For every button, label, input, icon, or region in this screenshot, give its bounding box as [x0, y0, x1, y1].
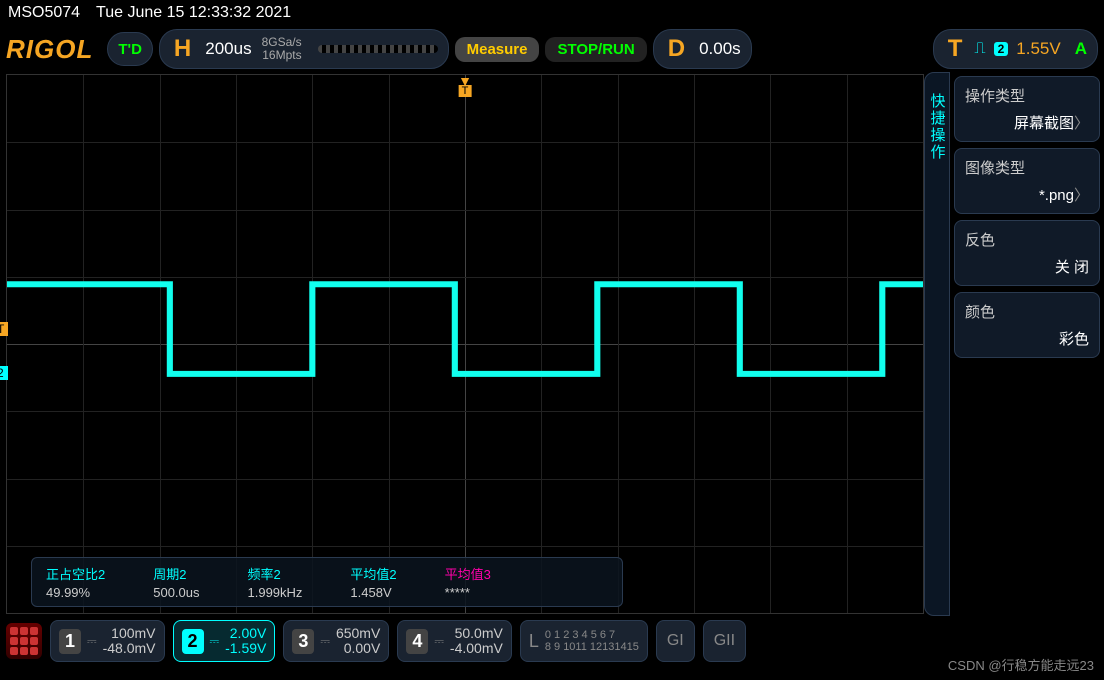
g2-box[interactable]: GII — [703, 620, 746, 662]
coupling-dc-icon: ⎓ — [210, 634, 220, 649]
measure-button[interactable]: Measure — [455, 37, 540, 62]
menu-op-type[interactable]: 操作类型 屏幕截图〉 — [954, 76, 1100, 142]
h-label: H — [174, 35, 191, 63]
timebase-value: 200us — [205, 39, 251, 59]
side-panel: 快捷操作 操作类型 屏幕截图〉 图像类型 *.png〉 反色 关 闭 颜色 彩色 — [924, 72, 1104, 616]
logic-channels-box[interactable]: L 0 1 2 3 4 5 6 78 9 1011 12131415 — [520, 620, 648, 662]
channel-1-box[interactable]: 1 ⎓ 100mV-48.0mV — [50, 620, 165, 662]
meas-duty: 正占空比249.99% — [46, 564, 105, 600]
brand-logo: RIGOL — [6, 34, 93, 65]
chevron-right-icon: 〉 — [1074, 115, 1089, 132]
toolbar: RIGOL T'D H 200us 8GSa/s 16Mpts Measure … — [0, 26, 1104, 72]
memory-bar-icon — [318, 45, 438, 53]
menu-invert[interactable]: 反色 关 闭 — [954, 220, 1100, 286]
channel-2-box[interactable]: 2 ⎓ 2.00V-1.59V — [173, 620, 276, 662]
delay-value: 0.00s — [699, 39, 741, 59]
watermark: CSDN @行稳方能走远23 — [948, 655, 1094, 674]
d-label: D — [668, 35, 685, 63]
coupling-dc-icon: ⎓ — [434, 634, 444, 649]
delay-group[interactable]: D 0.00s — [653, 29, 752, 69]
chevron-right-icon: 〉 — [1074, 187, 1089, 204]
trigger-level: 1.55V — [1016, 39, 1060, 59]
channel-3-box[interactable]: 3 ⎓ 650mV0.00V — [283, 620, 389, 662]
meas-freq: 频率21.999kHz — [248, 564, 303, 600]
trigger-mode: A — [1075, 39, 1087, 59]
menu-image-type[interactable]: 图像类型 *.png〉 — [954, 148, 1100, 214]
datetime-label: Tue June 15 12:33:32 2021 — [96, 4, 291, 22]
status-header: MSO5074 Tue June 15 12:33:32 2021 — [0, 0, 1104, 26]
g1-box[interactable]: GI — [656, 620, 695, 662]
side-tab-quick[interactable]: 快捷操作 — [924, 72, 950, 616]
trigger-channel-badge: 2 — [994, 42, 1009, 56]
run-status: T'D — [107, 32, 153, 66]
waveform-display[interactable]: ▼ T T 2 正占空比249.99% 周期2500.0us 频率21.999k… — [6, 74, 924, 614]
square-wave-trace — [7, 75, 923, 613]
measurement-panel: 正占空比249.99% 周期2500.0us 频率21.999kHz 平均值21… — [31, 557, 623, 607]
coupling-dc-icon: ⎓ — [320, 634, 330, 649]
meas-avg3: 平均值3***** — [445, 564, 491, 600]
footer-bar: 1 ⎓ 100mV-48.0mV 2 ⎓ 2.00V-1.59V 3 ⎓ 650… — [0, 616, 1104, 666]
meas-avg2: 平均值21.458V — [350, 564, 396, 600]
coupling-dc-icon: ⎓ — [87, 634, 97, 649]
rising-edge-icon: ⎍ — [974, 40, 985, 58]
meas-period: 周期2500.0us — [153, 564, 199, 600]
stop-run-button[interactable]: STOP/RUN — [545, 37, 646, 62]
t-label: T — [948, 35, 963, 63]
model-label: MSO5074 — [8, 4, 80, 22]
grip-icon[interactable] — [6, 623, 42, 659]
timebase-group[interactable]: H 200us 8GSa/s 16Mpts — [159, 29, 449, 69]
channel-4-box[interactable]: 4 ⎓ 50.0mV-4.00mV — [397, 620, 512, 662]
acq-info: 8GSa/s 16Mpts — [262, 36, 302, 62]
menu-color[interactable]: 颜色 彩色 — [954, 292, 1100, 358]
trigger-group[interactable]: T ⎍ 2 1.55V A — [933, 29, 1098, 69]
